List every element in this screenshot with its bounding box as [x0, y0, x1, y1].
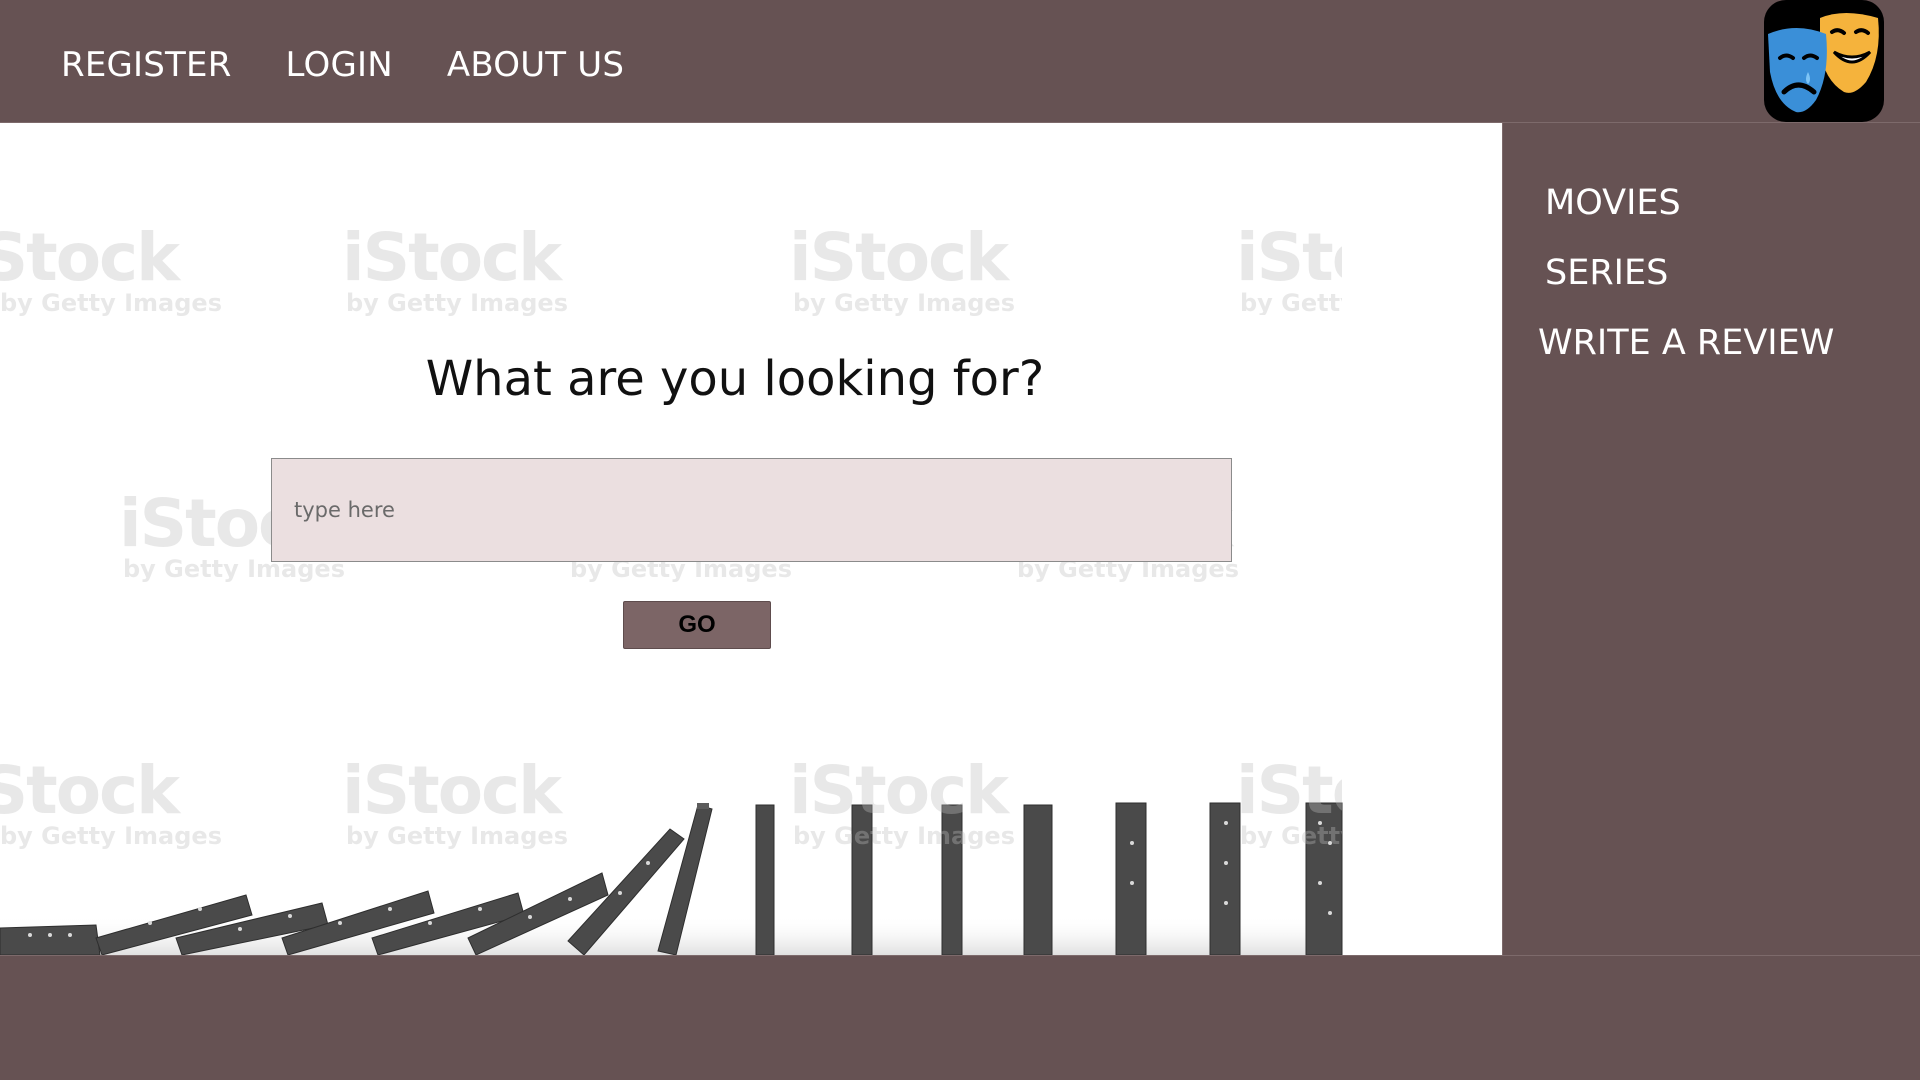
top-nav: REGISTER LOGIN ABOUT US — [61, 40, 678, 90]
sidebar-item-movies[interactable]: MOVIES — [1545, 178, 1681, 228]
sidebar-item-write-a-review[interactable]: WRITE A REVIEW — [1538, 318, 1834, 368]
sidebar: MOVIES SERIES WRITE A REVIEW — [1502, 123, 1920, 955]
top-bar: REGISTER LOGIN ABOUT US — [0, 0, 1920, 123]
hero-area: iStock by Getty Images iStock by Getty I… — [0, 123, 1502, 955]
about-us-link[interactable]: ABOUT US — [447, 40, 624, 90]
dominoes-illustration — [0, 802, 1343, 955]
footer — [0, 955, 1920, 1080]
register-link[interactable]: REGISTER — [61, 40, 232, 90]
page: REGISTER LOGIN ABOUT US iStock by Getty … — [0, 0, 1920, 1080]
login-link[interactable]: LOGIN — [286, 40, 393, 90]
theater-masks-icon[interactable] — [1762, 0, 1886, 124]
sidebar-item-series[interactable]: SERIES — [1545, 248, 1668, 298]
